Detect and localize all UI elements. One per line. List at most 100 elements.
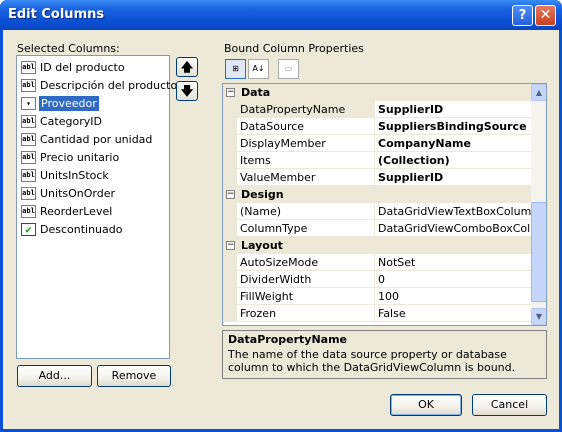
textbox-column-icon: abl bbox=[21, 115, 36, 128]
edit-columns-dialog: Edit Columns ? ✕ Selected Columns: abl ID… bbox=[0, 0, 562, 432]
column-list-item[interactable]: abl Descripción del producto bbox=[19, 77, 177, 95]
alphabetical-icon[interactable]: A↓ bbox=[248, 59, 269, 79]
description-title: DataPropertyName bbox=[228, 333, 348, 346]
row-gutter bbox=[223, 203, 237, 220]
column-list-item[interactable]: abl UnitsOnOrder bbox=[19, 185, 169, 203]
textbox-column-icon: abl bbox=[21, 151, 36, 164]
property-name: DisplayMember bbox=[237, 135, 375, 152]
column-list-item-label: CategoryID bbox=[40, 115, 102, 128]
scroll-down-icon[interactable]: ▼ bbox=[531, 308, 546, 325]
collapse-icon[interactable]: − bbox=[226, 190, 235, 199]
bound-column-properties-label: Bound Column Properties bbox=[224, 42, 364, 55]
row-gutter bbox=[223, 152, 237, 169]
textbox-column-icon: abl bbox=[21, 205, 36, 218]
property-category-row[interactable]: − Design bbox=[223, 186, 531, 203]
column-list-item[interactable]: abl ReorderLevel bbox=[19, 203, 169, 221]
property-name: DataSource bbox=[237, 118, 375, 135]
property-row[interactable]: Items (Collection) bbox=[223, 152, 531, 169]
property-row[interactable]: AutoSizeMode NotSet bbox=[223, 254, 531, 271]
textbox-column-icon: abl bbox=[21, 133, 36, 146]
property-value[interactable]: SuppliersBindingSource bbox=[375, 118, 531, 135]
collapse-icon[interactable]: − bbox=[226, 241, 235, 250]
column-list-item-label: Precio unitario bbox=[40, 151, 120, 164]
column-list-item[interactable]: abl UnitsInStock bbox=[19, 167, 169, 185]
property-value[interactable]: DataGridViewComboBoxColumn bbox=[375, 220, 531, 237]
property-row[interactable]: ColumnTypeDataGridViewComboBoxColumn bbox=[223, 220, 531, 237]
collapse-icon[interactable]: − bbox=[226, 88, 235, 97]
row-gutter bbox=[223, 135, 237, 152]
close-button[interactable]: ✕ bbox=[535, 5, 556, 26]
property-row[interactable]: (Name) DataGridViewTextBoxColumn3 bbox=[223, 203, 531, 220]
column-list-item-label: Descontinuado bbox=[40, 223, 123, 236]
property-value[interactable]: SupplierID bbox=[375, 101, 531, 118]
scroll-up-icon[interactable]: ▲ bbox=[531, 84, 546, 101]
window-title: Edit Columns bbox=[8, 7, 105, 22]
property-row[interactable]: ValueMember SupplierID bbox=[223, 169, 531, 186]
textbox-column-icon: abl bbox=[21, 61, 36, 74]
column-list-item[interactable]: abl CategoryID bbox=[19, 113, 169, 131]
remove-button[interactable]: Remove bbox=[97, 365, 171, 387]
arrow-up-icon: 🡅 bbox=[180, 60, 194, 74]
property-value[interactable]: False bbox=[375, 305, 531, 322]
property-grid[interactable]: − Data DataPropertyName SupplierID DataSourc… bbox=[222, 83, 547, 326]
column-list-item-label: UnitsInStock bbox=[40, 169, 109, 182]
property-row[interactable]: DisplayMember CompanyName bbox=[223, 135, 531, 152]
move-up-button[interactable]: 🡅 bbox=[176, 57, 198, 77]
row-gutter bbox=[223, 118, 237, 135]
property-value[interactable]: DataGridViewTextBoxColumn3 bbox=[375, 203, 531, 220]
checkbox-column-icon: ✔ bbox=[21, 223, 36, 236]
property-grid-scrollbar[interactable]: ▲ ▼ bbox=[531, 84, 546, 325]
property-value[interactable]: (Collection) bbox=[375, 152, 531, 169]
combobox-column-icon: ▾ bbox=[21, 97, 36, 110]
arrow-down-icon: 🡇 bbox=[180, 84, 194, 98]
property-row[interactable]: FillWeight 100 bbox=[223, 288, 531, 305]
column-list-item-label: Proveedor bbox=[39, 96, 99, 111]
property-value[interactable]: 0 bbox=[375, 271, 531, 288]
property-value[interactable]: SupplierID bbox=[375, 169, 531, 186]
row-gutter bbox=[223, 271, 237, 288]
category-name: Data bbox=[241, 86, 271, 99]
property-name: (Name) bbox=[237, 203, 375, 220]
column-list-item[interactable]: abl ID del producto bbox=[19, 59, 169, 77]
column-list-item-label: ReorderLevel bbox=[40, 205, 113, 218]
column-list-item-label: ID del producto bbox=[40, 61, 125, 74]
column-list-item[interactable]: abl Cantidad por unidad bbox=[19, 131, 169, 149]
property-row[interactable]: DividerWidth 0 bbox=[223, 271, 531, 288]
row-gutter bbox=[223, 305, 237, 322]
categorized-icon[interactable]: ⊞ bbox=[225, 59, 246, 79]
property-row[interactable]: DataPropertyName SupplierID bbox=[223, 101, 531, 118]
selected-columns-list[interactable]: abl ID del producto abl Descripción del pro… bbox=[16, 55, 177, 359]
property-value[interactable]: 100 bbox=[375, 288, 531, 305]
move-down-button[interactable]: 🡇 bbox=[176, 81, 198, 101]
add-button[interactable]: Add... bbox=[17, 365, 92, 387]
property-name: ColumnType bbox=[237, 220, 375, 237]
property-category-row[interactable]: − Layout bbox=[223, 237, 531, 254]
property-grid-toolbar: ⊞ A↓ ▭ bbox=[225, 59, 325, 81]
help-button[interactable]: ? bbox=[512, 5, 533, 26]
column-list-item[interactable]: abl Precio unitario bbox=[19, 149, 169, 167]
property-name: FillWeight bbox=[237, 288, 375, 305]
property-value[interactable]: CompanyName bbox=[375, 135, 531, 152]
cancel-button[interactable]: Cancel bbox=[472, 394, 547, 416]
property-description-panel: DataPropertyName The name of the data so… bbox=[222, 330, 547, 379]
property-category-row[interactable]: − Data bbox=[223, 84, 531, 101]
row-gutter bbox=[223, 220, 237, 237]
column-list-item[interactable]: ✔ Descontinuado bbox=[19, 221, 169, 239]
property-value[interactable]: NotSet bbox=[375, 254, 531, 271]
column-list-item-label: Cantidad por unidad bbox=[40, 133, 153, 146]
property-row[interactable]: Frozen False bbox=[223, 305, 531, 322]
selected-columns-label: Selected Columns: bbox=[17, 42, 120, 55]
description-body: The name of the data source property or … bbox=[228, 348, 516, 374]
column-list-item[interactable]: ▾ Proveedor bbox=[19, 95, 169, 113]
property-grid-rows: − Data DataPropertyName SupplierID DataSourc… bbox=[223, 84, 531, 325]
property-pages-icon[interactable]: ▭ bbox=[278, 59, 299, 79]
row-gutter bbox=[223, 254, 237, 271]
property-row[interactable]: DataSource SuppliersBindingSource bbox=[223, 118, 531, 135]
property-name: Items bbox=[237, 152, 375, 169]
scroll-thumb[interactable] bbox=[531, 202, 546, 302]
textbox-column-icon: abl bbox=[21, 79, 36, 92]
ok-button[interactable]: OK bbox=[390, 394, 462, 416]
column-list-item-label: UnitsOnOrder bbox=[40, 187, 116, 200]
textbox-column-icon: abl bbox=[21, 169, 36, 182]
row-gutter bbox=[223, 288, 237, 305]
